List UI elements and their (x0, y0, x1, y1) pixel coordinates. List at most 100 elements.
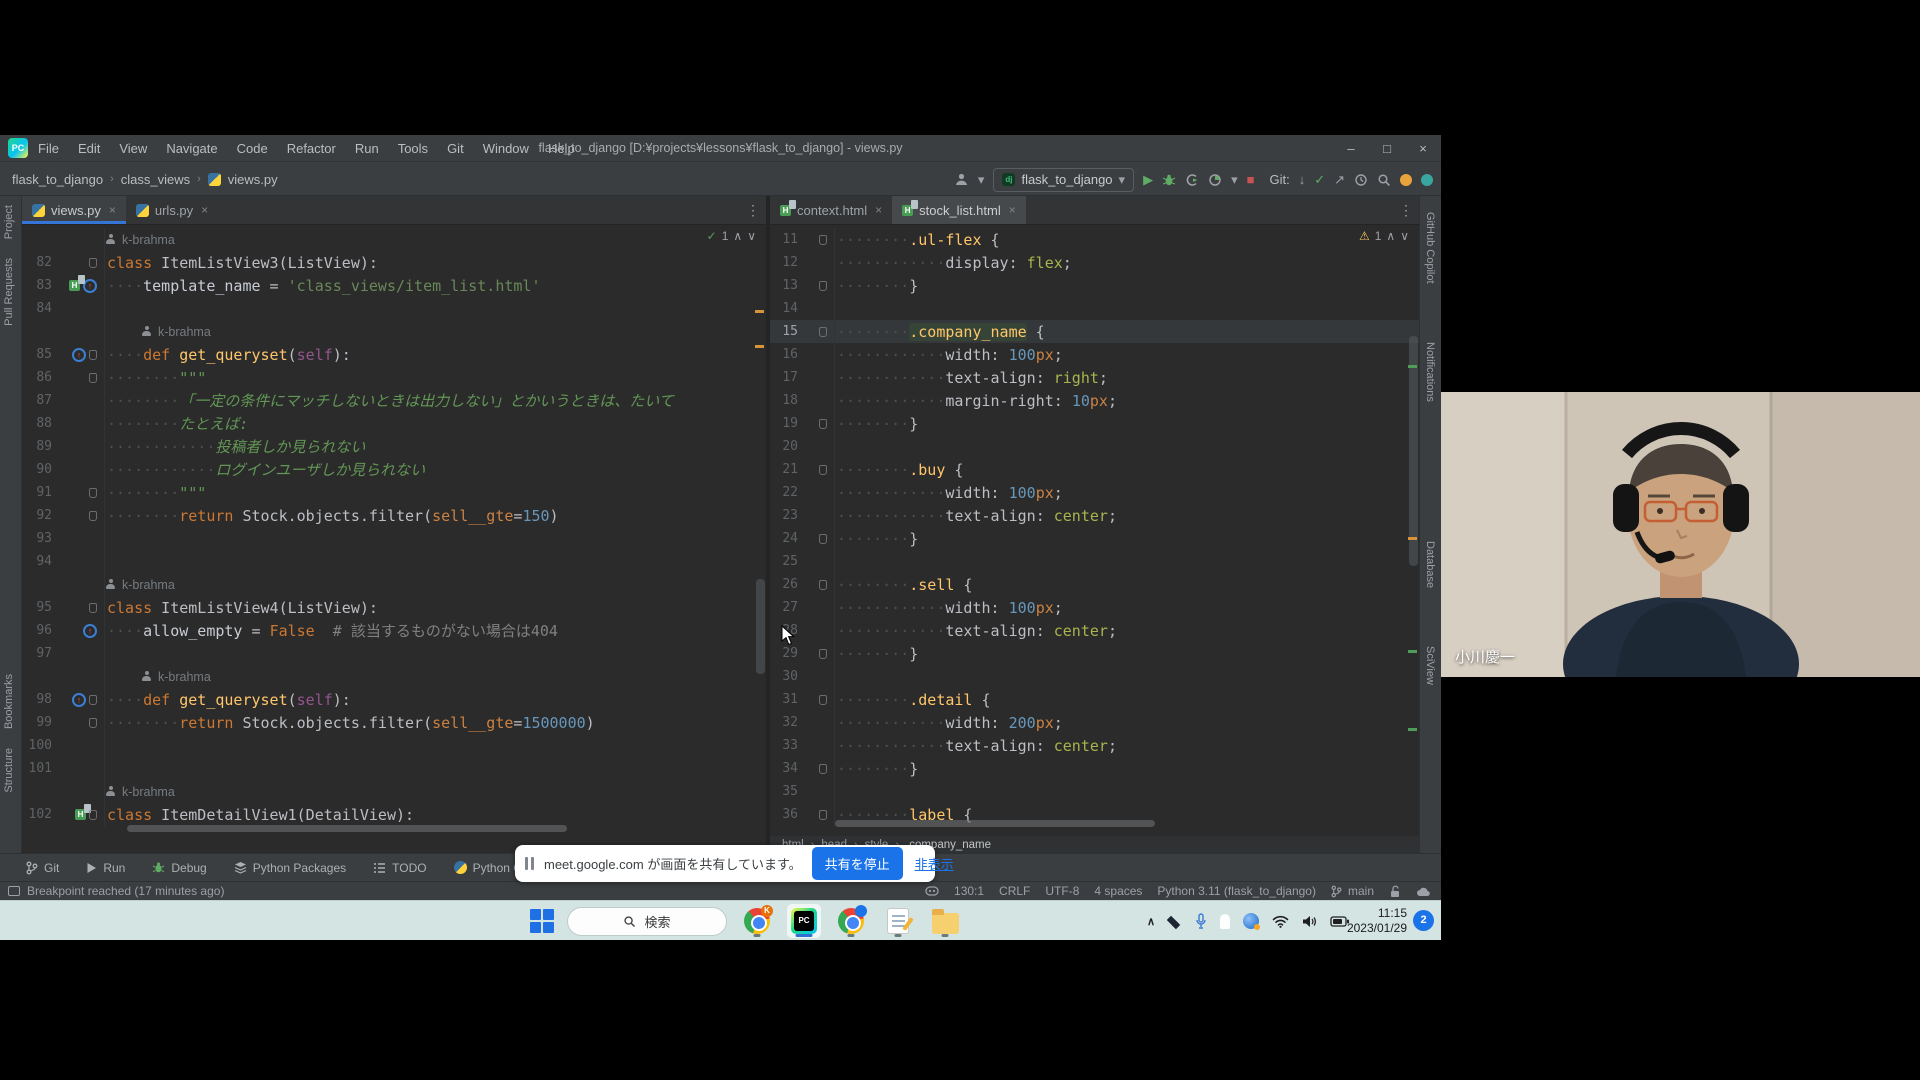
lock-icon[interactable] (1389, 885, 1401, 898)
next-problem-icon[interactable]: ∨ (747, 229, 756, 243)
line-number[interactable]: 27 (770, 600, 804, 615)
webcam-video[interactable]: 小川慶一 (1441, 392, 1920, 677)
fold-marker-icon[interactable] (89, 487, 97, 498)
menu-refactor[interactable]: Refactor (287, 141, 336, 156)
blame-author[interactable]: k-brahma (158, 325, 211, 339)
app-tray-icon[interactable] (1220, 913, 1230, 929)
tab-options-icon[interactable]: ⋮ (746, 196, 760, 224)
line-number[interactable]: 35 (770, 784, 804, 799)
line-number[interactable]: 20 (770, 439, 804, 454)
code-with-me-icon[interactable] (1400, 173, 1412, 186)
blame-author[interactable]: k-brahma (122, 785, 175, 799)
toolwindow-project[interactable]: Project (3, 205, 15, 239)
debug-button[interactable] (1162, 173, 1176, 187)
line-number[interactable]: 19 (770, 416, 804, 431)
line-number[interactable]: 88 (22, 416, 58, 431)
line-number[interactable]: 22 (770, 485, 804, 500)
fold-marker-icon[interactable] (89, 717, 97, 728)
stop-button[interactable]: ■ (1247, 173, 1255, 186)
error-stripe-mark[interactable] (1408, 537, 1417, 540)
search-everywhere-icon[interactable] (1377, 173, 1391, 187)
prev-problem-icon[interactable]: ∧ (733, 229, 742, 243)
change-stripe-mark[interactable] (1408, 365, 1417, 368)
line-separator-widget[interactable]: CRLF (999, 884, 1030, 898)
tab-context-html[interactable]: H context.html × (770, 196, 892, 224)
close-icon[interactable]: × (201, 203, 208, 217)
fold-marker-icon[interactable] (89, 602, 97, 613)
line-number[interactable]: 29 (770, 646, 804, 661)
line-number[interactable]: 89 (22, 439, 58, 454)
git-push-icon[interactable]: ↗ (1334, 173, 1345, 186)
menu-navigate[interactable]: Navigate (166, 141, 217, 156)
error-stripe-mark[interactable] (755, 310, 764, 313)
close-icon[interactable]: × (1009, 203, 1016, 217)
html-template-icon[interactable]: H (75, 804, 91, 820)
right-horizontal-scrollbar[interactable] (835, 820, 1155, 827)
prev-problem-icon[interactable]: ∧ (1386, 229, 1395, 243)
fold-marker-icon[interactable] (819, 533, 827, 544)
line-number[interactable]: 12 (770, 255, 804, 270)
fold-marker-icon[interactable] (89, 694, 97, 705)
line-number[interactable]: 97 (22, 646, 58, 661)
line-number[interactable]: 98 (22, 692, 58, 707)
close-button[interactable]: × (1405, 135, 1441, 162)
fold-marker-icon[interactable] (89, 809, 97, 820)
toolwindow-pull-requests[interactable]: Pull Requests (3, 258, 15, 326)
line-number[interactable]: 87 (22, 393, 58, 408)
error-stripe-mark[interactable] (755, 345, 764, 348)
profile-button[interactable] (1185, 173, 1199, 187)
line-number[interactable]: 32 (770, 715, 804, 730)
fold-marker-icon[interactable] (819, 418, 827, 429)
fold-marker-icon[interactable] (819, 280, 827, 291)
microphone-icon[interactable] (1195, 912, 1207, 930)
menu-edit[interactable]: Edit (78, 141, 100, 156)
breadcrumb-package[interactable]: class_views (121, 172, 190, 187)
line-number[interactable]: 99 (22, 715, 58, 730)
tab-options-icon[interactable]: ⋮ (1399, 196, 1413, 224)
line-number[interactable]: 14 (770, 301, 804, 316)
html-template-icon[interactable]: H (69, 275, 85, 291)
line-number[interactable]: 24 (770, 531, 804, 546)
blame-author[interactable]: k-brahma (122, 233, 175, 247)
next-problem-icon[interactable]: ∨ (1400, 229, 1409, 243)
toolwindow-git-button[interactable]: Git (26, 861, 59, 875)
assistant-sphere-icon[interactable] (1243, 913, 1260, 930)
fold-marker-icon[interactable] (819, 464, 827, 475)
fold-marker-icon[interactable] (819, 579, 827, 590)
volume-icon[interactable] (1302, 915, 1317, 928)
right-vertical-scrollbar[interactable] (1409, 336, 1418, 566)
indent-widget[interactable]: 4 spaces (1094, 884, 1142, 898)
fold-marker-icon[interactable] (819, 694, 827, 705)
minimize-button[interactable]: – (1333, 135, 1369, 162)
line-number[interactable]: 36 (770, 807, 804, 822)
blame-author[interactable]: k-brahma (122, 578, 175, 592)
blame-author[interactable]: k-brahma (158, 670, 211, 684)
git-update-icon[interactable]: ↓ (1299, 173, 1306, 186)
line-number[interactable]: 101 (22, 761, 58, 776)
chevron-down-icon[interactable]: ▾ (1231, 173, 1238, 186)
inspections-widget[interactable]: ✓ 1 ∧ ∨ (707, 229, 756, 243)
taskbar-pycharm[interactable] (787, 904, 821, 938)
line-number[interactable]: 83 (22, 278, 58, 293)
taskbar-chrome-2[interactable] (834, 904, 868, 938)
copilot-status-icon[interactable] (925, 885, 939, 898)
change-stripe-mark[interactable] (1408, 728, 1417, 731)
toolwindow-todo-button[interactable]: TODO (373, 861, 427, 875)
toolwindow-github-copilot[interactable]: GitHub Copilot (1424, 212, 1436, 284)
wifi-icon[interactable] (1272, 915, 1289, 928)
line-number[interactable]: 30 (770, 669, 804, 684)
toolwindow-python-packages-button[interactable]: Python Packages (234, 861, 346, 875)
change-stripe-mark[interactable] (1408, 650, 1417, 653)
git-commit-icon[interactable]: ✓ (1314, 173, 1325, 186)
caret-position-widget[interactable]: 130:1 (954, 884, 984, 898)
fold-marker-icon[interactable] (89, 510, 97, 521)
line-number[interactable]: 34 (770, 761, 804, 776)
git-branch-widget[interactable]: main (1331, 884, 1374, 898)
toolwindow-bookmarks[interactable]: Bookmarks (3, 674, 15, 729)
toolwindow-structure[interactable]: Structure (3, 748, 15, 793)
interpreter-widget[interactable]: Python 3.11 (flask_to_django) (1157, 884, 1316, 898)
line-number[interactable]: 15 (770, 324, 804, 339)
line-number[interactable]: 26 (770, 577, 804, 592)
override-marker-icon[interactable]: ↑ (72, 692, 86, 707)
history-icon[interactable] (1354, 173, 1368, 187)
